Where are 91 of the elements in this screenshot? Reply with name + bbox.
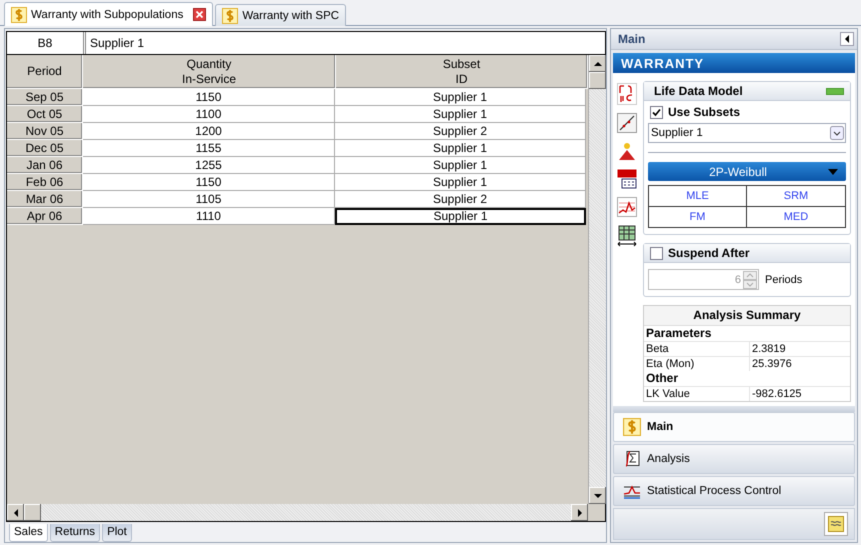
table-cell: Supplier 1: [335, 106, 586, 123]
column-header: Subset ID: [336, 55, 588, 89]
close-icon[interactable]: [193, 8, 206, 21]
dollar-icon: [222, 8, 238, 24]
spinner-arrows-icon: [743, 270, 757, 288]
sheet-tab[interactable]: Returns: [50, 524, 100, 542]
panel-title: Main: [618, 32, 646, 46]
chart-icon[interactable]: [617, 197, 637, 217]
row-header: Sep 05: [7, 89, 83, 106]
sigma-icon: [623, 450, 641, 468]
scroll-thumb[interactable]: [24, 504, 41, 521]
cell-reference: B8: [7, 32, 84, 54]
row-header: Mar 06: [7, 191, 83, 208]
checkbox-label: Suspend After: [668, 246, 750, 260]
nav-button[interactable]: Main: [613, 412, 855, 442]
sheet-tab[interactable]: Plot: [102, 524, 132, 542]
dollar-icon: [11, 6, 27, 22]
column-header: Quantity In-Service: [83, 55, 336, 89]
row-header: Nov 05: [7, 123, 83, 140]
grid-icon[interactable]: [617, 225, 637, 247]
scroll-up-icon[interactable]: [594, 60, 602, 68]
table-cell: 1105: [83, 191, 335, 208]
table-cell: Supplier 1: [335, 89, 586, 106]
line-plot-icon[interactable]: [617, 113, 637, 133]
scroll-thumb[interactable]: [589, 72, 606, 89]
scroll-right-icon[interactable]: [576, 508, 584, 516]
scroll-up-button[interactable]: [589, 55, 606, 72]
size-grip: [588, 504, 605, 521]
table-cell: 1200: [83, 123, 335, 140]
nav-button[interactable]: Statistical Process Control: [613, 476, 855, 506]
table-cell: Eta (Mon): [644, 357, 750, 371]
method-button[interactable]: MLE: [649, 186, 747, 207]
table-cell: Beta: [644, 342, 750, 356]
splitter-handle[interactable]: [613, 406, 855, 412]
table-cell: Supplier 2: [335, 123, 586, 140]
checkbox[interactable]: [650, 106, 663, 118]
horizontal-scrollbar[interactable]: [6, 504, 606, 522]
document-tab[interactable]: Warranty with Subpopulations: [4, 2, 214, 26]
scroll-down-button[interactable]: [589, 487, 606, 504]
checkbox-label: Use Subsets: [668, 105, 740, 119]
method-button[interactable]: SRM: [747, 186, 845, 207]
wizard-icon[interactable]: [617, 141, 637, 161]
row-header: Oct 05: [7, 106, 83, 123]
table-cell: 1150: [83, 89, 335, 106]
scroll-right-button[interactable]: [571, 504, 588, 521]
formula-field[interactable]: Supplier 1: [85, 32, 605, 54]
table-cell: Supplier 1: [335, 140, 586, 157]
table-cell-text: -982.6125: [751, 387, 802, 401]
table-cell: LK Value: [644, 387, 750, 401]
table-cell: 1150: [83, 174, 335, 191]
checkbox[interactable]: [650, 246, 663, 260]
scroll-left-icon[interactable]: [12, 508, 20, 516]
document-tab[interactable]: Warranty with SPC: [215, 4, 346, 26]
row-header: Jan 06: [7, 157, 83, 174]
scroll-down-icon[interactable]: [594, 492, 602, 500]
column-header: Period: [7, 55, 83, 89]
scroll-left-button[interactable]: [7, 504, 24, 521]
collapse-button[interactable]: [840, 32, 854, 46]
table-cell: 1155: [83, 140, 335, 157]
row-header: Dec 05: [7, 140, 83, 157]
configure-button[interactable]: [824, 512, 848, 536]
table-cell: Supplier 1: [335, 208, 586, 225]
row-header: Apr 06: [7, 208, 83, 225]
dropdown-icon: [830, 126, 844, 140]
row-header: Feb 06: [7, 174, 83, 191]
nav-button[interactable]: Analysis: [613, 444, 855, 474]
vertical-scrollbar[interactable]: [588, 55, 606, 504]
unit-label: Periods: [765, 274, 802, 286]
table-cell-text: 2.3819: [751, 342, 786, 356]
table-cell: Supplier 2: [335, 191, 586, 208]
method-button[interactable]: FM: [649, 207, 747, 227]
caret-icon: [828, 168, 838, 174]
table-cell: Supplier 1: [335, 174, 586, 191]
group-title: Life Data Model: [654, 84, 743, 98]
dollar-icon: [623, 418, 641, 436]
sheet-tab[interactable]: Sales: [9, 524, 48, 542]
section-heading: Parameters: [645, 326, 712, 341]
qcp-icon[interactable]: [617, 169, 637, 189]
collapse-left-icon: [844, 35, 850, 43]
table-cell: 1255: [83, 157, 335, 174]
table-cell-text: 25.3976: [751, 357, 792, 371]
summary-title: Analysis Summary: [644, 306, 850, 326]
method-button[interactable]: MED: [747, 207, 845, 227]
distribution-button[interactable]: 2P-Weibull: [648, 162, 846, 181]
table-cell: 1100: [83, 106, 335, 123]
section-heading: Other: [645, 371, 680, 386]
table-cell: 1110: [83, 208, 335, 225]
table-cell: Supplier 1: [335, 157, 586, 174]
subset-dropdown[interactable]: Supplier 1: [648, 123, 846, 143]
status-bar-icon: [826, 88, 844, 94]
banner-title: WARRANTY: [621, 56, 704, 70]
